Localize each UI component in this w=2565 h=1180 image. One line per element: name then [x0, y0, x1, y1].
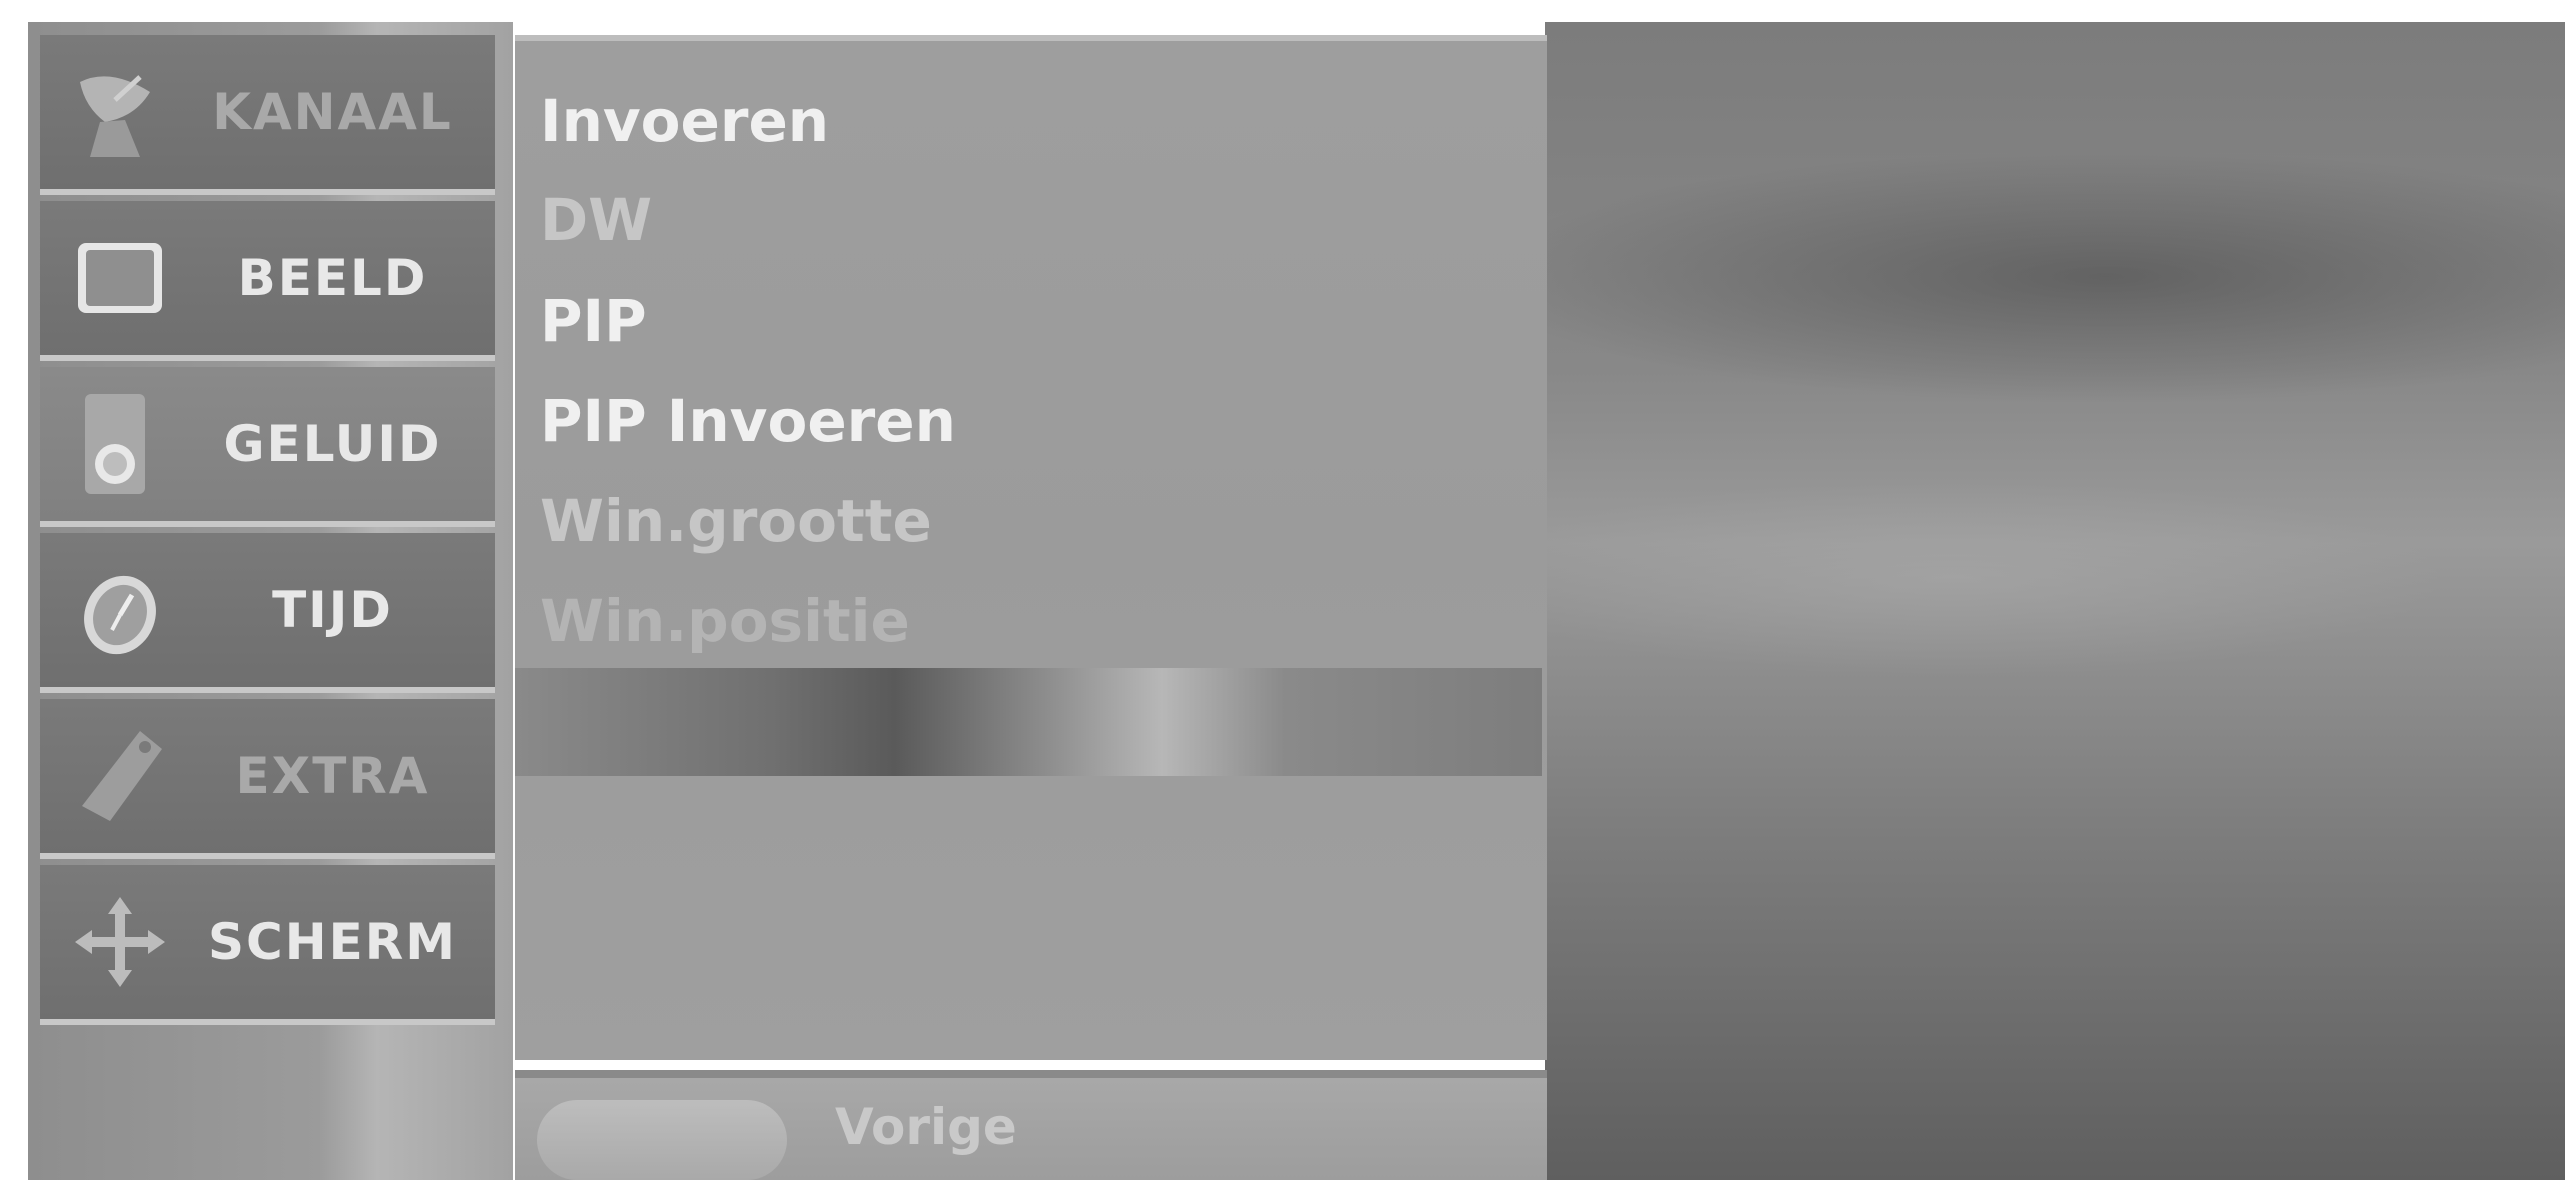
- background-video-area: [1545, 22, 2565, 1180]
- sidebar-item-scherm[interactable]: SCHERM: [40, 865, 495, 1025]
- sidebar-item-tijd[interactable]: TIJD: [40, 533, 495, 693]
- sidebar-item-label: KANAAL: [212, 83, 453, 141]
- sidebar-item-label: TIJD: [272, 581, 393, 639]
- back-button-label: Vorige: [835, 1098, 1017, 1156]
- menu-item-win-positie[interactable]: Win.positie: [540, 587, 910, 655]
- tv-osd-screen: KANAAL BEELD GELUID TIJD EXTRA SCHERM In…: [0, 0, 2565, 1180]
- sidebar-item-beeld[interactable]: BEELD: [40, 201, 495, 361]
- sidebar-item-extra[interactable]: EXTRA: [40, 699, 495, 859]
- menu-item-pip[interactable]: PIP: [540, 287, 647, 355]
- tv-screen-icon: [65, 223, 175, 333]
- move-arrows-icon: [65, 887, 175, 997]
- tag-icon: [65, 721, 175, 831]
- menu-item-dw[interactable]: DW: [540, 186, 652, 254]
- sidebar-item-geluid[interactable]: GELUID: [40, 367, 495, 527]
- satellite-dish-icon: [65, 57, 175, 167]
- back-button[interactable]: [537, 1100, 787, 1180]
- sidebar-item-label: EXTRA: [235, 747, 430, 805]
- submenu-panel: Invoeren DW PIP PIP Invoeren Win.grootte…: [515, 35, 1547, 1060]
- sidebar-item-label: BEELD: [237, 249, 428, 307]
- sidebar-item-kanaal[interactable]: KANAAL: [40, 35, 495, 195]
- selection-highlight-bar: [515, 668, 1542, 776]
- footer-bar: Vorige: [515, 1070, 1547, 1180]
- menu-item-pip-invoeren[interactable]: PIP Invoeren: [540, 387, 956, 455]
- menu-item-invoeren[interactable]: Invoeren: [540, 87, 829, 155]
- clock-icon: [65, 555, 175, 665]
- menu-item-win-grootte[interactable]: Win.grootte: [540, 487, 932, 555]
- sidebar-item-label: SCHERM: [208, 913, 457, 971]
- sidebar-item-label: GELUID: [223, 415, 442, 473]
- speaker-icon: [65, 389, 175, 499]
